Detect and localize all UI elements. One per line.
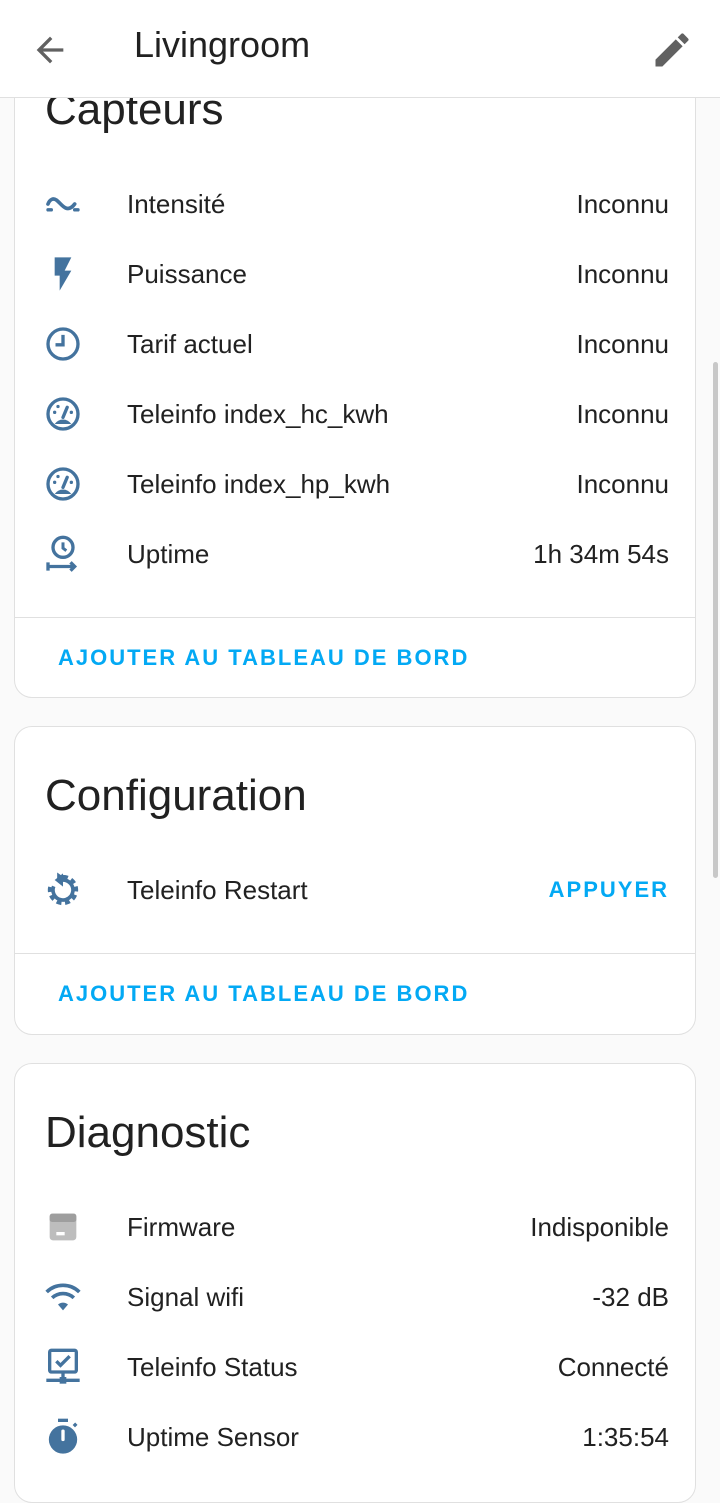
app-bar: Livingroom: [0, 0, 720, 98]
diagnostic-label: Firmware: [127, 1212, 236, 1242]
sensor-value: Inconnu: [576, 189, 669, 219]
diagnostic-value: Connecté: [557, 1352, 669, 1382]
monitor-check-icon: [46, 1348, 80, 1384]
diagnostic-label: Uptime Sensor: [127, 1422, 299, 1452]
sensor-value: Inconnu: [576, 329, 669, 359]
diagnostic-card: Diagnostic Firmware Indisponible Signal …: [14, 1063, 696, 1503]
gauge-icon: [46, 467, 80, 501]
current-ac-icon: [46, 197, 80, 212]
restart-icon: [47, 872, 79, 906]
add-to-dashboard-button[interactable]: AJOUTER AU TABLEAU DE BORD: [58, 981, 469, 1007]
gauge-icon: [46, 397, 80, 431]
sensor-row-uptime[interactable]: Uptime 1h 34m 54s: [15, 524, 697, 584]
stopwatch-icon: [48, 1418, 78, 1454]
diagnostic-value: Indisponible: [530, 1212, 669, 1242]
clock-icon: [46, 327, 80, 361]
timer-arrow-icon: [46, 535, 78, 572]
sensor-label: Intensité: [127, 189, 226, 219]
sensor-value: 1h 34m 54s: [533, 539, 669, 569]
config-label: Teleinfo Restart: [127, 875, 308, 905]
card-title: Configuration: [45, 771, 307, 820]
sensor-label: Tarif actuel: [127, 329, 253, 359]
sensor-label: Teleinfo index_hc_kwh: [127, 399, 389, 429]
sensor-label: Puissance: [127, 259, 247, 289]
sensor-row-tarif[interactable]: Tarif actuel Inconnu: [15, 314, 697, 374]
card-title: Diagnostic: [45, 1108, 251, 1157]
add-to-dashboard-button[interactable]: AJOUTER AU TABLEAU DE BORD: [58, 645, 469, 671]
diagnostic-row-uptime-sensor[interactable]: Uptime Sensor 1:35:54: [15, 1407, 697, 1467]
diagnostic-label: Signal wifi: [127, 1282, 245, 1312]
diagnostic-value: 1:35:54: [582, 1422, 669, 1452]
diagnostic-row-wifi[interactable]: Signal wifi -32 dB: [15, 1267, 697, 1327]
sensor-value: Inconnu: [576, 399, 669, 429]
sensor-row-index-hp[interactable]: Teleinfo index_hp_kwh Inconnu: [15, 454, 697, 514]
sensor-label: Teleinfo index_hp_kwh: [127, 469, 391, 499]
config-row-restart: Teleinfo Restart APPUYER: [15, 860, 697, 920]
wifi-icon: [45, 1283, 81, 1311]
page-title: Livingroom: [134, 24, 311, 65]
flash-icon: [54, 257, 72, 291]
diagnostic-row-teleinfo-status[interactable]: Teleinfo Status Connecté: [15, 1337, 697, 1397]
scrollbar[interactable]: [713, 362, 718, 878]
diagnostic-row-firmware[interactable]: Firmware Indisponible: [15, 1197, 697, 1257]
sensor-value: Inconnu: [576, 259, 669, 289]
sensor-value: Inconnu: [576, 469, 669, 499]
diagnostic-value: -32 dB: [592, 1282, 669, 1312]
arrow-left-icon[interactable]: [30, 30, 70, 70]
divider: [15, 617, 695, 618]
capteurs-card: Capteurs Intensité Inconnu Puissance Inc…: [14, 40, 696, 698]
press-button[interactable]: APPUYER: [549, 860, 669, 920]
divider: [15, 953, 695, 954]
configuration-card: Configuration Teleinfo Restart APPUYER A…: [14, 726, 696, 1035]
package-icon: [49, 1213, 77, 1241]
sensor-label: Uptime: [127, 539, 210, 569]
diagnostic-label: Teleinfo Status: [127, 1352, 298, 1382]
pencil-icon[interactable]: [650, 28, 694, 72]
sensor-row-intensite[interactable]: Intensité Inconnu: [15, 174, 697, 234]
sensor-row-index-hc[interactable]: Teleinfo index_hc_kwh Inconnu: [15, 384, 697, 444]
sensor-row-puissance[interactable]: Puissance Inconnu: [15, 244, 697, 304]
